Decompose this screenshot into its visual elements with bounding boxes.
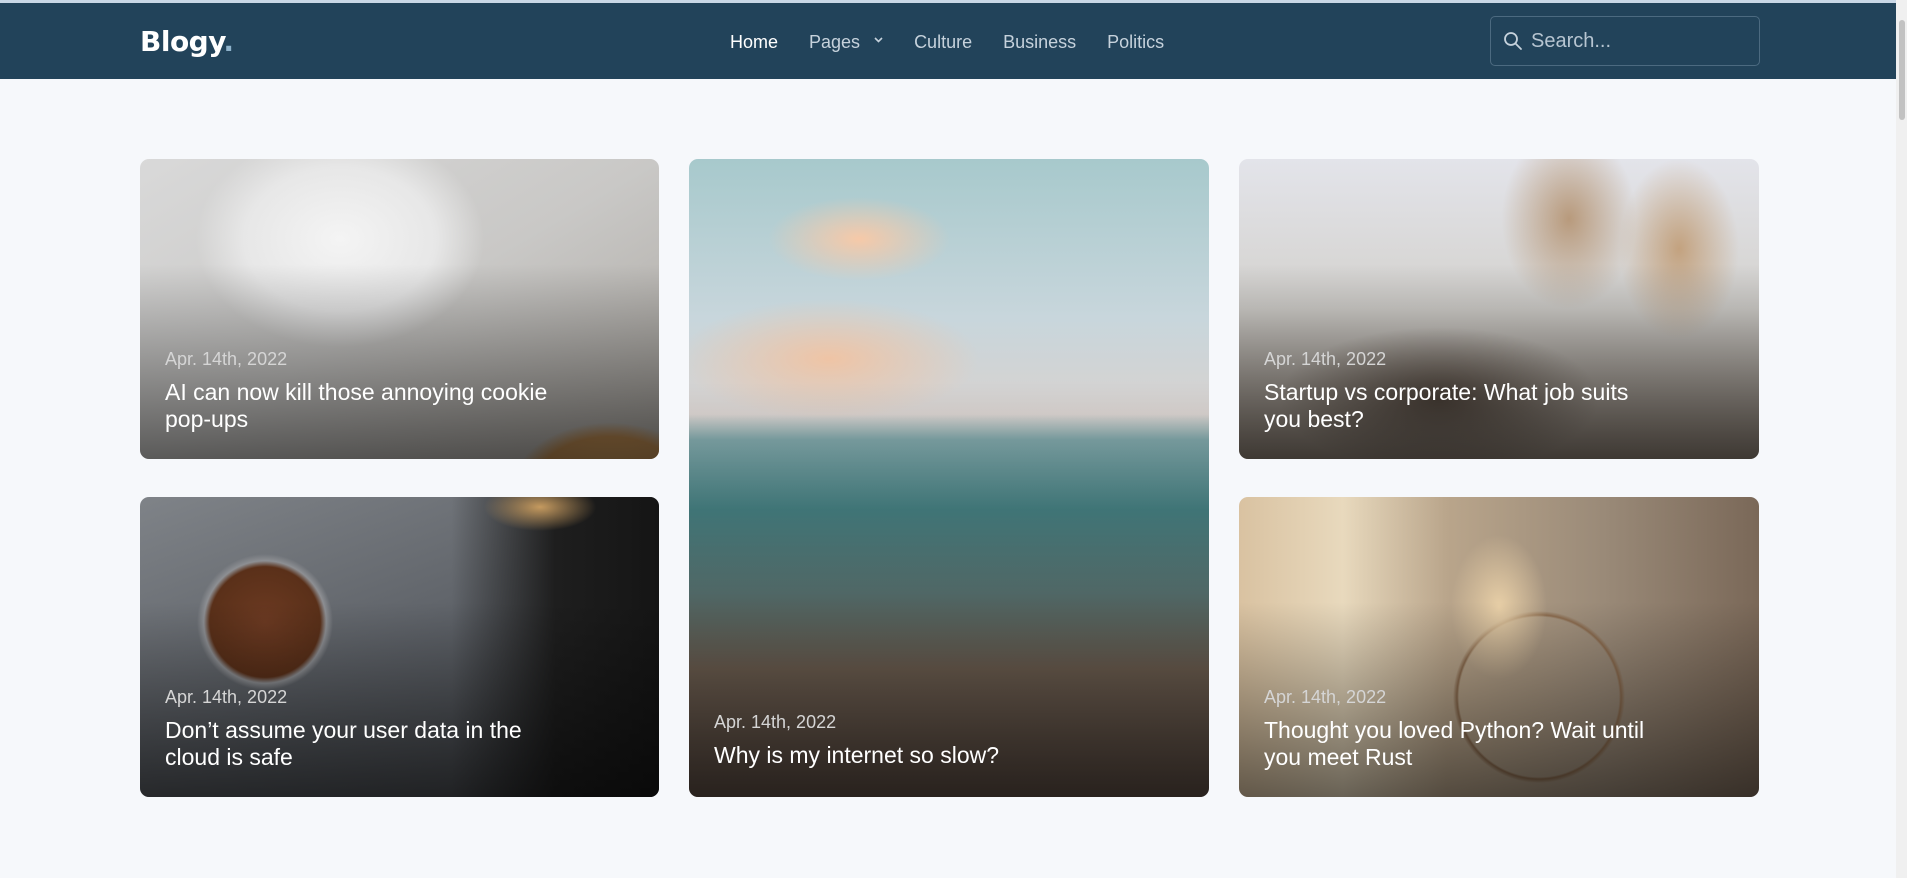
post-title-link[interactable]: Startup vs corporate: What job suits you… — [1264, 379, 1664, 433]
post-date: Apr. 14th, 2022 — [165, 349, 288, 369]
post-card[interactable]: Apr. 14th, 2022 Thought you loved Python… — [1239, 497, 1759, 797]
image-overlay — [689, 159, 1209, 797]
post-title-link[interactable]: Thought you loved Python? Wait until you… — [1264, 717, 1664, 771]
nav-business-label: Business — [1003, 31, 1077, 52]
site-logo[interactable]: Blogy. — [140, 25, 234, 58]
navbar: Blogy. Home Pages Culture Business Polit… — [0, 3, 1907, 79]
post-date: Apr. 14th, 2022 — [714, 712, 837, 732]
post-meta: Apr. 14th, 2022 Why is my internet so sl… — [714, 712, 1184, 769]
post-meta: Apr. 14th, 2022 Startup vs corporate: Wh… — [1264, 349, 1734, 433]
page-scrollbar[interactable] — [1896, 0, 1907, 878]
post-date: Apr. 14th, 2022 — [165, 687, 288, 707]
nav-business[interactable]: Business — [1003, 32, 1076, 53]
post-date: Apr. 14th, 2022 — [1264, 687, 1387, 707]
search-box[interactable] — [1490, 16, 1760, 66]
logo-text: Blogy — [140, 25, 224, 58]
post-card[interactable]: Apr. 14th, 2022 Startup vs corporate: Wh… — [1239, 159, 1759, 459]
post-meta: Apr. 14th, 2022 AI can now kill those an… — [165, 349, 634, 433]
nav-home-label: Home — [730, 31, 779, 52]
post-title-link[interactable]: Why is my internet so slow? — [714, 742, 1114, 769]
logo-dot: . — [223, 25, 234, 58]
search-input[interactable] — [1531, 29, 1751, 53]
post-title-link[interactable]: AI can now kill those annoying cookie po… — [165, 379, 565, 433]
post-date: Apr. 14th, 2022 — [1264, 349, 1387, 369]
nav-culture[interactable]: Culture — [914, 32, 972, 53]
search-icon — [1503, 31, 1523, 51]
nav-politics-label: Politics — [1107, 31, 1165, 52]
chevron-down-icon — [874, 35, 883, 44]
nav-culture-label: Culture — [914, 31, 973, 52]
post-meta: Apr. 14th, 2022 Don’t assume your user d… — [165, 687, 634, 771]
nav-home[interactable]: Home — [730, 32, 778, 53]
scrollbar-thumb[interactable] — [1899, 20, 1905, 120]
post-card[interactable]: Apr. 14th, 2022 AI can now kill those an… — [140, 159, 659, 459]
post-card[interactable]: Apr. 14th, 2022 Don’t assume your user d… — [140, 497, 659, 797]
nav-pages-label: Pages — [809, 31, 861, 52]
featured-post-card[interactable]: Apr. 14th, 2022 Why is my internet so sl… — [689, 159, 1209, 797]
main-nav: Home Pages Culture Business Politics — [730, 30, 1195, 54]
nav-pages[interactable]: Pages — [809, 32, 883, 53]
nav-politics[interactable]: Politics — [1107, 32, 1164, 53]
post-meta: Apr. 14th, 2022 Thought you loved Python… — [1264, 687, 1734, 771]
post-title-link[interactable]: Don’t assume your user data in the cloud… — [165, 717, 565, 771]
